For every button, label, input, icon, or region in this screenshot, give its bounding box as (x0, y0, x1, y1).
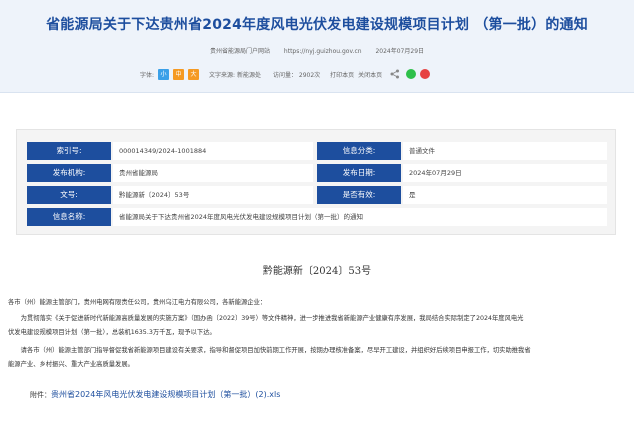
org-label: 发布机构: (27, 164, 111, 182)
index-value: 000014349/2024-1001884 (113, 142, 313, 160)
attachment-label: 附件： (30, 391, 51, 399)
page-title: 省能源局关于下达贵州省2024年度风电光伏发电建设规模项目计划 （第一批）的通知 (46, 17, 588, 33)
info-row: 发布机构: 贵州省能源局 发布日期: 2024年07月29日 (27, 164, 607, 182)
docno-label: 文号: (27, 186, 111, 204)
salutation: 各市（州）能源主管部门，贵州电网有限责任公司，贵州乌江电力有限公司，各新能源企业… (8, 299, 267, 306)
document-number: 黔能源新〔2024〕53号 (262, 266, 372, 277)
font-small-button[interactable]: 小 (158, 68, 170, 80)
share-icon[interactable] (390, 69, 400, 79)
publish-date: 2024年07月29日 (375, 48, 425, 55)
docno-value: 黔能源新〔2024〕53号 (113, 186, 313, 204)
info-row: 索引号: 000014349/2024-1001884 信息分类: 普通文件 (27, 142, 607, 160)
valid-value: 是 (403, 186, 607, 204)
valid-label: 是否有效: (317, 186, 401, 204)
page-header: 省能源局关于下达贵州省2024年度风电光伏发电建设规模项目计划 （第一批）的通知… (0, 0, 634, 93)
date-label: 发布日期: (317, 164, 401, 182)
paragraph-1-line-1: 为贯彻落实《关于促进新时代新能源高质量发展的实施方案》（国办函〔2022〕39号… (8, 315, 524, 322)
tools-line: 字体: 小 中 大 文字来源: 新能源处 访问量： 2902次 打印本页 关闭本… (140, 66, 500, 82)
paragraph-2-line-2: 能源产业、乡村振兴、重大产业高质量发展。 (8, 361, 134, 368)
visit-count: 访问量： 2902次 (272, 71, 321, 79)
index-label: 索引号: (27, 142, 111, 160)
name-label: 信息名称: (27, 208, 111, 226)
category-label: 信息分类: (317, 142, 401, 160)
wechat-icon[interactable] (406, 69, 417, 79)
print-link[interactable]: 打印本页 (330, 70, 354, 79)
close-link[interactable]: 关闭本页 (358, 70, 382, 79)
font-medium-button[interactable]: 中 (173, 68, 185, 80)
paragraph-2-line-1: 请各市（州）能源主管部门指导督促我省新能源项目建设有关要求，指导和督促项目加快前… (8, 347, 531, 354)
attachment: 附件：贵州省2024年风电光伏发电建设规模项目计划（第一批）(2).xls (30, 389, 280, 400)
site-url[interactable]: https://nyj.guizhou.gov.cn (284, 48, 362, 55)
date-value: 2024年07月29日 (403, 164, 607, 182)
font-size-label: 字体: (140, 71, 155, 79)
weibo-icon[interactable] (420, 69, 431, 79)
info-row: 信息名称: 省能源局关于下达贵州省2024年度风电光伏发电建设规模项目计划（第一… (27, 208, 607, 226)
category-value: 普通文件 (403, 142, 607, 160)
name-value: 省能源局关于下达贵州省2024年度风电光伏发电建设规模项目计划（第一批）的通知 (113, 208, 607, 226)
font-large-button[interactable]: 大 (188, 68, 200, 80)
paragraph-1-line-2: 伏发电建设规模项目计划（第一批），总装机1635.3万千瓦，现予以下达。 (8, 329, 216, 336)
attachment-link[interactable]: 贵州省2024年风电光伏发电建设规模项目计划（第一批）(2).xls (51, 390, 280, 399)
info-row: 文号: 黔能源新〔2024〕53号 是否有效: 是 (27, 186, 607, 204)
text-source: 文字来源: 新能源处 (209, 71, 261, 79)
source-site: 贵州省能源局门户网站 (209, 48, 270, 55)
org-value: 贵州省能源局 (113, 164, 313, 182)
info-table: 索引号: 000014349/2024-1001884 信息分类: 普通文件 发… (16, 129, 616, 235)
meta-line: 贵州省能源局门户网站 https://nyj.guizhou.gov.cn 20… (0, 46, 634, 55)
